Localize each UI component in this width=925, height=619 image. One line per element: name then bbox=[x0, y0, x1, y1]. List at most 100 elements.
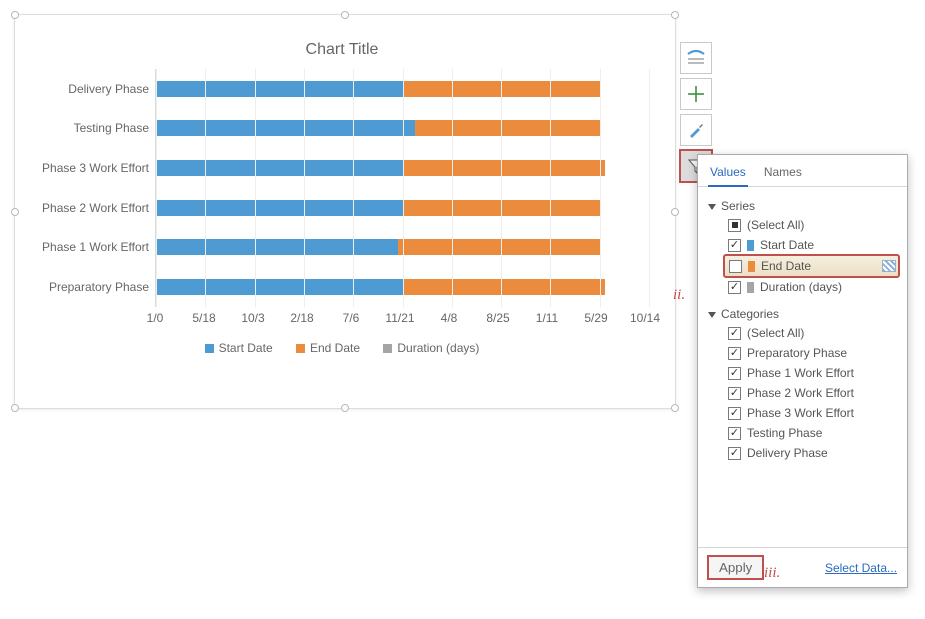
bars-column bbox=[155, 69, 649, 307]
category-item[interactable]: Phase 1 Work Effort bbox=[708, 363, 899, 383]
y-tick: Phase 1 Work Effort bbox=[35, 240, 149, 254]
category-item[interactable]: Preparatory Phase bbox=[708, 343, 899, 363]
bar-segment[interactable] bbox=[156, 200, 403, 216]
category-item[interactable]: (Select All) bbox=[708, 323, 899, 343]
row-label: End Date bbox=[761, 259, 811, 273]
legend-label: Duration (days) bbox=[397, 341, 479, 355]
row-label: Duration (days) bbox=[760, 280, 842, 294]
bar-segment[interactable] bbox=[156, 120, 415, 136]
legend-item: Duration (days) bbox=[383, 341, 479, 355]
series-swatch-icon bbox=[748, 261, 755, 272]
series-item-start-date[interactable]: Start Date bbox=[708, 235, 899, 255]
checkbox-mixed-icon[interactable] bbox=[728, 219, 741, 232]
handle-n[interactable] bbox=[341, 11, 349, 19]
handle-e[interactable] bbox=[671, 208, 679, 216]
legend[interactable]: Start Date End Date Duration (days) bbox=[35, 341, 649, 356]
checkbox-icon[interactable] bbox=[728, 281, 741, 294]
row-label: (Select All) bbox=[747, 326, 804, 340]
group-label: Categories bbox=[721, 307, 779, 321]
bar-segment[interactable] bbox=[156, 239, 398, 255]
row-label: Phase 2 Work Effort bbox=[747, 386, 854, 400]
tab-names[interactable]: Names bbox=[762, 161, 804, 186]
series-thumbnail-icon bbox=[882, 260, 896, 272]
checkbox-icon[interactable] bbox=[728, 427, 741, 440]
bar-segment[interactable] bbox=[398, 239, 600, 255]
row-label: Start Date bbox=[760, 238, 814, 252]
handle-w[interactable] bbox=[11, 208, 19, 216]
chart-styles-icon bbox=[686, 48, 706, 68]
bar-segment[interactable] bbox=[403, 279, 605, 295]
handle-se[interactable] bbox=[671, 404, 679, 412]
checkbox-icon[interactable] bbox=[729, 260, 742, 273]
bar-segment[interactable] bbox=[403, 160, 605, 176]
disclosure-triangle-icon bbox=[708, 312, 716, 318]
row-label: Preparatory Phase bbox=[747, 346, 847, 360]
y-tick: Phase 3 Work Effort bbox=[35, 161, 149, 175]
checkbox-icon[interactable] bbox=[728, 447, 741, 460]
chart-title[interactable]: Chart Title bbox=[35, 41, 649, 59]
apply-button[interactable]: Apply bbox=[708, 556, 763, 579]
chart-elements-button[interactable] bbox=[680, 78, 712, 110]
handle-sw[interactable] bbox=[11, 404, 19, 412]
filter-tree: Series (Select All) Start Date End Date … bbox=[698, 187, 907, 547]
x-tick: 1/0 bbox=[147, 311, 164, 325]
handle-nw[interactable] bbox=[11, 11, 19, 19]
x-tick: 4/8 bbox=[441, 311, 458, 325]
group-categories[interactable]: Categories bbox=[708, 307, 899, 321]
row-label: Phase 3 Work Effort bbox=[747, 406, 854, 420]
checkbox-icon[interactable] bbox=[728, 239, 741, 252]
group-series[interactable]: Series bbox=[708, 199, 899, 213]
row-label: (Select All) bbox=[747, 218, 804, 232]
gridline bbox=[501, 69, 502, 307]
checkbox-icon[interactable] bbox=[728, 347, 741, 360]
legend-swatch-icon bbox=[296, 344, 305, 353]
popup-footer: Apply Select Data... bbox=[698, 547, 907, 587]
series-swatch-icon bbox=[747, 240, 754, 251]
select-data-link[interactable]: Select Data... bbox=[825, 561, 897, 575]
chart-container: Chart Title Delivery Phase Testing Phase… bbox=[14, 14, 676, 409]
series-item-duration[interactable]: Duration (days) bbox=[708, 277, 899, 297]
category-item[interactable]: Phase 2 Work Effort bbox=[708, 383, 899, 403]
legend-item: Start Date bbox=[205, 341, 273, 355]
y-tick: Preparatory Phase bbox=[35, 280, 149, 294]
series-item-end-date[interactable]: End Date bbox=[724, 255, 899, 277]
category-item[interactable]: Delivery Phase bbox=[708, 443, 899, 463]
checkbox-icon[interactable] bbox=[728, 327, 741, 340]
disclosure-triangle-icon bbox=[708, 204, 716, 210]
filter-tabs: Values Names bbox=[698, 155, 907, 187]
gridline bbox=[205, 69, 206, 307]
x-tick: 5/29 bbox=[584, 311, 607, 325]
legend-label: End Date bbox=[310, 341, 360, 355]
checkbox-icon[interactable] bbox=[728, 387, 741, 400]
chart-format-button[interactable] bbox=[680, 114, 712, 146]
row-label: Testing Phase bbox=[747, 426, 822, 440]
category-item[interactable]: Testing Phase bbox=[708, 423, 899, 443]
bar-segment[interactable] bbox=[156, 81, 403, 97]
x-tick: 11/21 bbox=[385, 311, 414, 325]
series-select-all[interactable]: (Select All) bbox=[708, 215, 899, 235]
checkbox-icon[interactable] bbox=[728, 407, 741, 420]
tab-values[interactable]: Values bbox=[708, 161, 748, 187]
checkbox-icon[interactable] bbox=[728, 367, 741, 380]
gridline bbox=[550, 69, 551, 307]
bar-segment[interactable] bbox=[156, 279, 403, 295]
annotation-ii: ii. bbox=[673, 287, 685, 304]
x-tick: 10/3 bbox=[241, 311, 264, 325]
group-label: Series bbox=[721, 199, 755, 213]
legend-swatch-icon bbox=[205, 344, 214, 353]
handle-ne[interactable] bbox=[671, 11, 679, 19]
row-label: Phase 1 Work Effort bbox=[747, 366, 854, 380]
chart-styles-button[interactable] bbox=[680, 42, 712, 74]
gridline bbox=[304, 69, 305, 307]
plot-area[interactable]: Delivery Phase Testing Phase Phase 3 Wor… bbox=[35, 69, 649, 307]
x-tick: 2/18 bbox=[290, 311, 313, 325]
bar-segment[interactable] bbox=[156, 160, 403, 176]
x-tick: 1/11 bbox=[536, 311, 558, 325]
y-tick: Testing Phase bbox=[35, 121, 149, 135]
gridline bbox=[353, 69, 354, 307]
category-item[interactable]: Phase 3 Work Effort bbox=[708, 403, 899, 423]
bar-segment[interactable] bbox=[415, 120, 600, 136]
plus-icon bbox=[687, 85, 705, 103]
handle-s[interactable] bbox=[341, 404, 349, 412]
y-tick: Delivery Phase bbox=[35, 82, 149, 96]
